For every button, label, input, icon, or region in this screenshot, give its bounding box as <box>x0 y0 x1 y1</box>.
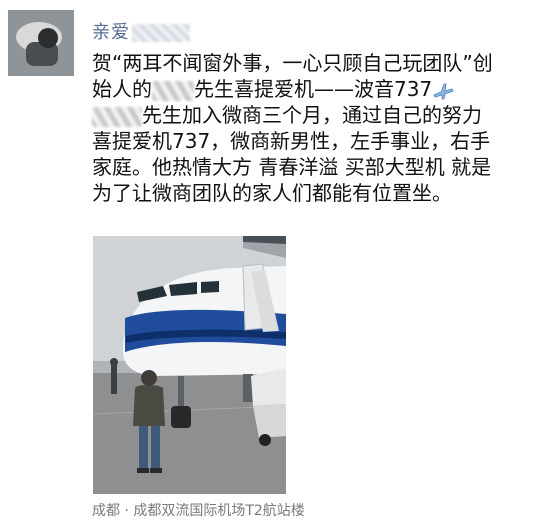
location-link[interactable]: 成都 · 成都双流国际机场T2航站楼 <box>92 500 305 520</box>
redaction-blur <box>152 80 194 101</box>
redaction-blur <box>92 106 142 127</box>
author-name[interactable]: 亲爱 <box>92 18 190 44</box>
post-line: 贺“两耳不闻窗外事，一心只顾自己玩团队”创 <box>92 51 493 75</box>
post-line-text: 先生喜提爱机——波音737 <box>194 77 433 101</box>
author-name-text: 亲爱 <box>92 22 130 43</box>
airplane-photo <box>93 236 286 494</box>
post-photo[interactable] <box>93 236 286 494</box>
name-redaction <box>132 24 190 42</box>
avatar[interactable] <box>8 10 74 76</box>
post-line: 为了让微商团队的家人们都能有位置坐。 <box>92 181 452 205</box>
post-line-text: 始人的 <box>92 77 152 101</box>
post-line-text: 先生加入微商三个月，通过自己的努力 <box>142 103 482 127</box>
post-line: 始人的 先生喜提爱机——波音737 <box>92 76 548 102</box>
avatar-shape <box>38 28 58 48</box>
post-line: 喜提爱机737，微商新男性，左手事业，右手 <box>92 129 491 153</box>
post-line: 家庭。他热情大方 青春洋溢 买部大型机 就是 <box>92 155 492 179</box>
post-line: 先生加入微商三个月，通过自己的努力 <box>92 102 548 128</box>
airplane-emoji-icon <box>432 81 454 101</box>
post-text: 贺“两耳不闻窗外事，一心只顾自己玩团队”创 始人的 先生喜提爱机——波音737 先… <box>92 50 548 206</box>
